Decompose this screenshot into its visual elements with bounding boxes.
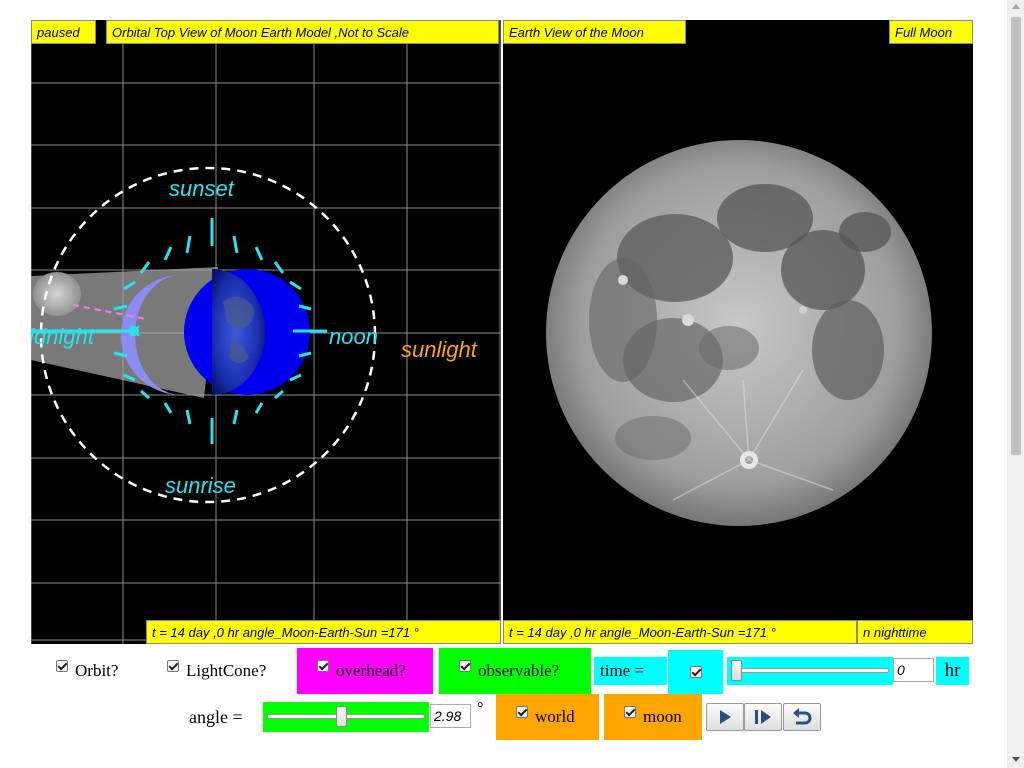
time-label: time = <box>594 657 667 685</box>
moon-checkbox[interactable]: moon <box>604 694 702 740</box>
time-slider-thumb[interactable] <box>731 660 742 681</box>
angle-slider[interactable] <box>263 702 429 732</box>
time-slider[interactable] <box>727 657 893 685</box>
angle-unit-label: ° <box>477 700 484 717</box>
full-moon-image <box>546 140 932 526</box>
angle-value-field[interactable]: 2.98 <box>430 704 471 728</box>
page-scrollbar[interactable] <box>1007 0 1024 768</box>
play-button[interactable] <box>706 703 744 731</box>
orbital-view-canvas[interactable]: sunset idnight noon sunrise sunlight <box>31 20 501 644</box>
overhead-check-icon[interactable] <box>317 660 329 672</box>
overhead-label: overhead? <box>336 661 406 680</box>
right-footer-info: t = 14 day ,0 hr angle_Moon-Earth-Sun =1… <box>503 620 857 644</box>
angle-label: angle = <box>189 706 243 727</box>
observable-check-icon[interactable] <box>459 660 471 672</box>
scroll-up-icon[interactable] <box>1012 4 1020 9</box>
lightcone-label: LightCone? <box>186 661 267 680</box>
observable-label: observable? <box>478 661 560 680</box>
step-forward-button[interactable] <box>744 703 782 731</box>
time-check-icon[interactable] <box>689 666 702 678</box>
time-unit-label: hr <box>936 657 969 685</box>
time-checkbox[interactable] <box>668 650 723 694</box>
moon-label: moon <box>643 707 682 726</box>
orbit-moon <box>33 272 81 316</box>
angle-slider-thumb[interactable] <box>336 706 348 727</box>
reset-button[interactable] <box>783 703 821 731</box>
world-check-icon[interactable] <box>516 706 528 718</box>
scroll-down-icon[interactable] <box>1012 757 1020 762</box>
status-label: paused <box>31 20 96 44</box>
moon-check-icon[interactable] <box>624 706 636 718</box>
earth-view-panel[interactable]: Earth View of the Moon Full Moon t = 14 … <box>503 20 973 644</box>
sunlight-label: sunlight <box>401 337 478 362</box>
lightcone-checkbox[interactable]: LightCone? <box>167 651 292 691</box>
left-footer-info: t = 14 day ,0 hr angle_Moon-Earth-Sun =1… <box>146 620 501 644</box>
scrollbar-thumb[interactable] <box>1011 17 1021 455</box>
play-icon <box>720 710 731 724</box>
midnight-label: idnight <box>31 324 95 349</box>
noon-label: noon <box>329 324 378 349</box>
step-forward-icon <box>755 710 771 724</box>
sunrise-label: sunrise <box>165 473 236 498</box>
sunset-label: sunset <box>169 176 235 201</box>
moon-phase-label: Full Moon <box>889 20 973 44</box>
observable-checkbox[interactable]: observable? <box>439 648 591 694</box>
earth-view-title: Earth View of the Moon <box>503 20 686 44</box>
nighttime-label: n nighttime <box>857 620 973 644</box>
world-checkbox[interactable]: world <box>496 694 599 740</box>
time-value-field[interactable]: 0 <box>893 658 934 682</box>
orbit-checkbox[interactable]: Orbit? <box>56 651 146 691</box>
orbit-label: Orbit? <box>75 661 119 680</box>
lightcone-check-icon[interactable] <box>167 660 179 672</box>
moon-view-canvas <box>546 140 932 526</box>
world-label: world <box>535 707 575 726</box>
overhead-checkbox[interactable]: overhead? <box>297 648 433 694</box>
orbital-view-title: Orbital Top View of Moon Earth Model ,No… <box>106 20 499 44</box>
reset-icon <box>793 708 812 725</box>
orbit-check-icon[interactable] <box>56 660 68 672</box>
orbital-top-view-panel[interactable]: sunset idnight noon sunrise sunlight pau… <box>31 20 501 644</box>
